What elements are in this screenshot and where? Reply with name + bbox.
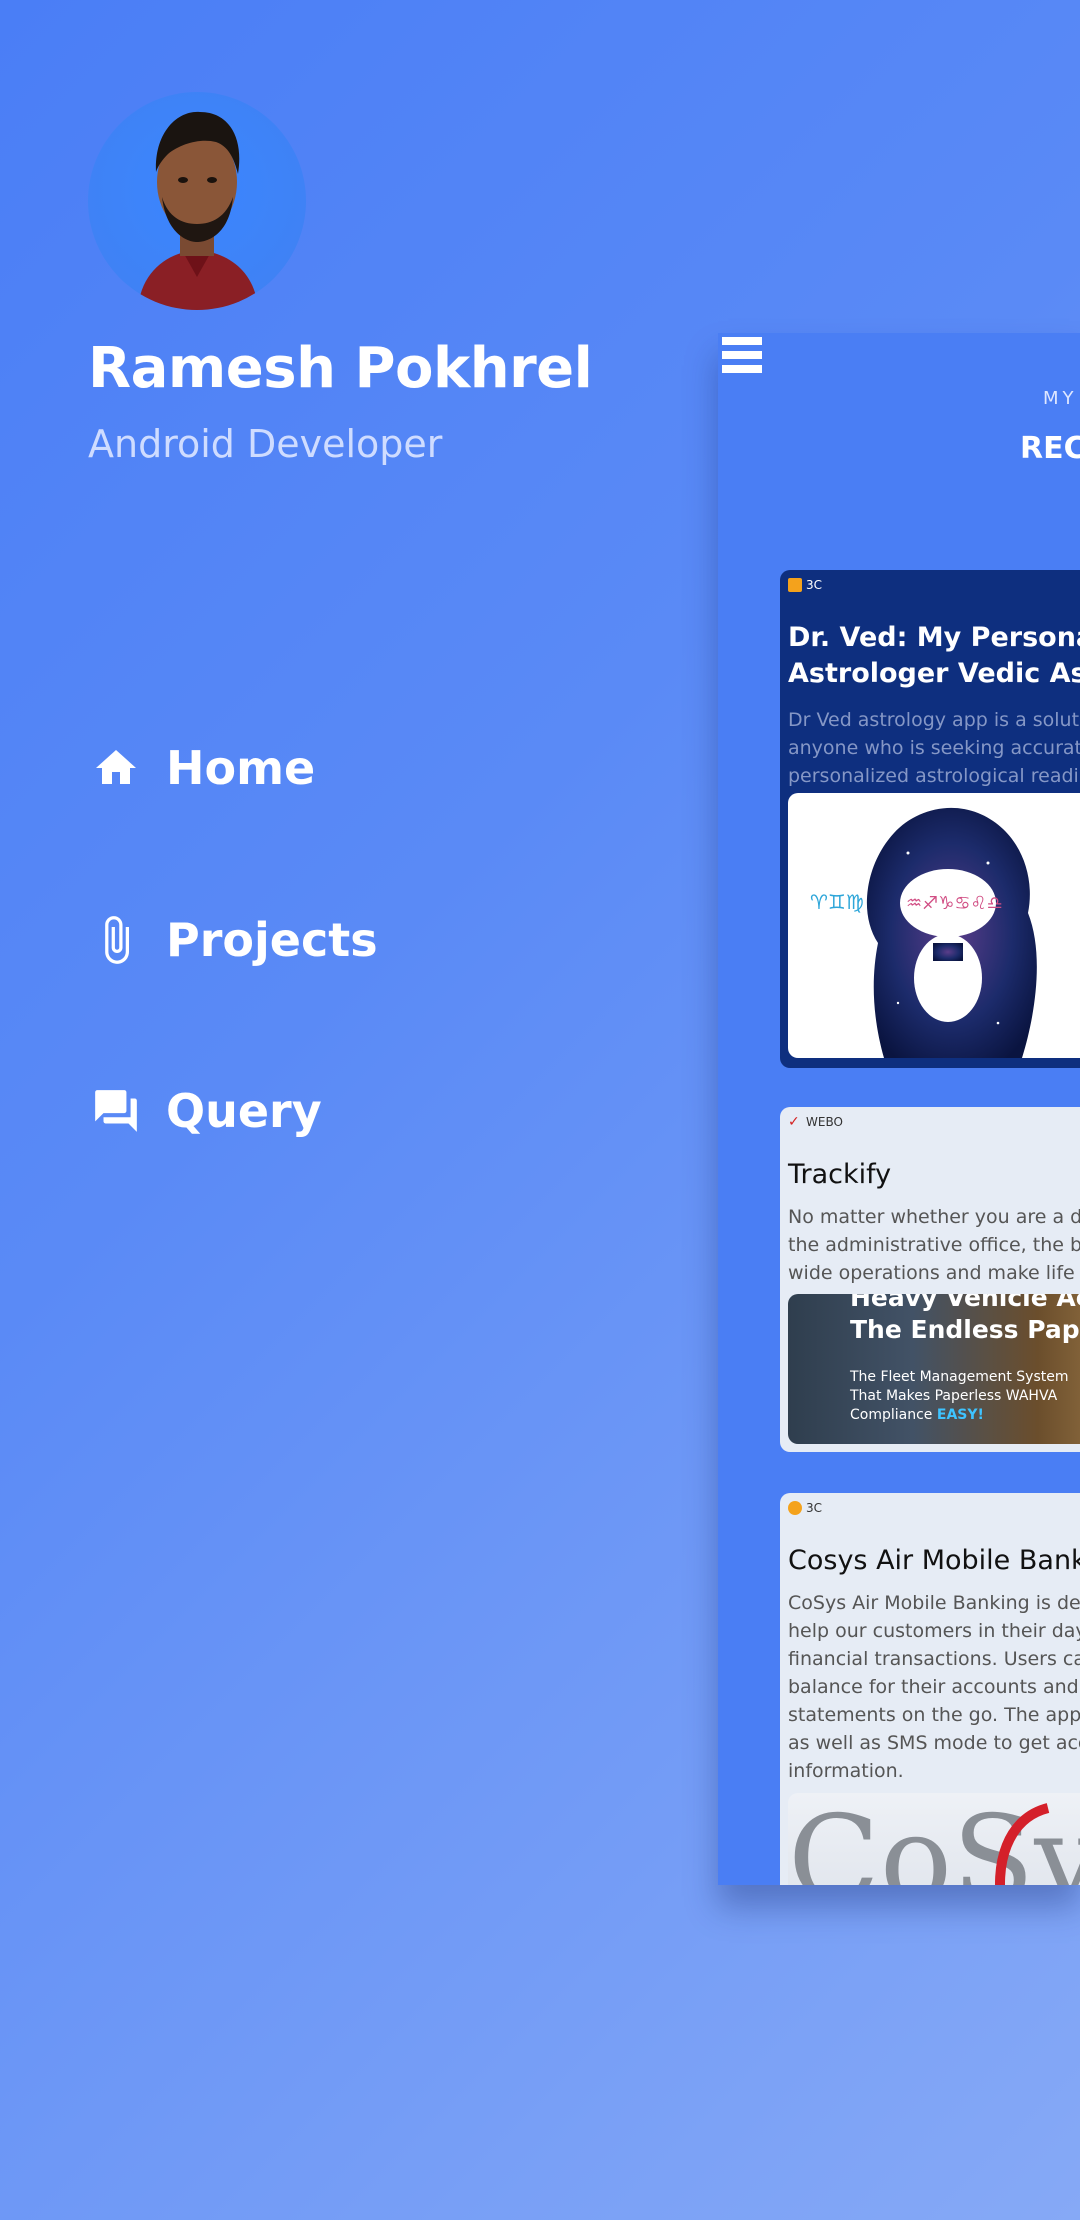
company-name: 3C xyxy=(806,1501,823,1515)
banner-compliance: Compliance xyxy=(850,1407,933,1423)
banner-heading-line: Heavy Vehicle Ac xyxy=(850,1294,1080,1312)
company-logo-icon: ✓ xyxy=(788,1114,800,1130)
banner-body-line: The Fleet Management System xyxy=(850,1369,1069,1385)
project-title-line: Astrologer Vedic Astro xyxy=(788,658,1080,689)
company-badge: ✓ WEBO xyxy=(788,1115,843,1129)
project-description-line: statements on the go. The app ha xyxy=(788,1704,1080,1726)
project-description-line: wide operations and make life ea xyxy=(788,1262,1080,1284)
project-card[interactable]: ✓ WEBO Trackify No matter whether you ar… xyxy=(780,1107,1080,1452)
profile-photo xyxy=(138,111,258,310)
section-title: RECE xyxy=(1020,431,1080,466)
project-description-line: help our customers in their day t xyxy=(788,1620,1080,1642)
section-subtitle: MY xyxy=(1043,388,1078,409)
company-logo-icon xyxy=(788,1501,802,1515)
project-title: Cosys Air Mobile Bank xyxy=(788,1545,1080,1576)
company-name: 3C xyxy=(806,578,823,592)
project-description-line: the administrative office, the ben xyxy=(788,1234,1080,1256)
paperclip-icon xyxy=(88,912,144,968)
menu-icon[interactable] xyxy=(722,337,762,377)
banner-highlight: EASY! xyxy=(936,1407,984,1423)
project-description-line: No matter whether you are a driv xyxy=(788,1206,1080,1228)
nav-item-label: Query xyxy=(166,1084,322,1138)
banner-body-line: That Makes Paperless WAHVA xyxy=(850,1388,1058,1404)
avatar xyxy=(88,92,306,310)
profile-name: Ramesh Pokhrel xyxy=(88,336,593,401)
nav-item-home[interactable]: Home xyxy=(88,740,315,796)
nav-item-query[interactable]: Query xyxy=(88,1083,322,1139)
project-card[interactable]: 3C Cosys Air Mobile Bank CoSys Air Mobil… xyxy=(780,1493,1080,1885)
chat-icon xyxy=(88,1083,144,1139)
nav-item-label: Home xyxy=(166,741,316,795)
project-description: Dr Ved astrology app is a solution anyon… xyxy=(788,706,1080,790)
project-description-line: Dr Ved astrology app is a solution xyxy=(788,709,1080,731)
project-description-line: information. xyxy=(788,1760,904,1782)
company-badge: 3C xyxy=(788,1501,822,1515)
profile-role: Android Developer xyxy=(88,422,443,466)
logo-swoosh-icon xyxy=(995,1803,1050,1885)
company-badge: 3C xyxy=(788,578,822,592)
project-title-line: Dr. Ved: My Personal xyxy=(788,622,1080,653)
project-description-line: as well as SMS mode to get accou xyxy=(788,1732,1080,1754)
project-description: No matter whether you are a driv the adm… xyxy=(788,1203,1080,1287)
banner-heading: Heavy Vehicle Ac The Endless Pape xyxy=(850,1294,1080,1346)
banner-heading-line: The Endless Pape xyxy=(850,1315,1080,1344)
banner-body-line: Compliance EASY! xyxy=(850,1406,1068,1425)
project-title: Trackify xyxy=(788,1159,892,1190)
banner-body: The Fleet Management System That Makes P… xyxy=(850,1368,1068,1425)
project-description-line: anyone who is seeking accurate xyxy=(788,737,1080,759)
project-title: Dr. Ved: My Personal Astrologer Vedic As… xyxy=(788,620,1080,692)
project-image: Heavy Vehicle Ac The Endless Pape The Fl… xyxy=(788,1294,1080,1444)
main-content-panel[interactable]: MY RECE 3C Dr. Ved: My Personal Astrolog… xyxy=(718,333,1080,1885)
home-icon xyxy=(88,740,144,796)
company-logo-icon xyxy=(788,578,802,592)
zodiac-icons-right: ♒♐♑♋♌♎ xyxy=(906,893,1003,914)
project-description: CoSys Air Mobile Banking is desig help o… xyxy=(788,1589,1080,1785)
nav-item-projects[interactable]: Projects xyxy=(88,912,378,968)
project-description-line: financial transactions. Users can xyxy=(788,1648,1080,1670)
company-name: WEBO xyxy=(806,1115,843,1129)
nav-item-label: Projects xyxy=(166,913,378,967)
project-description-line: CoSys Air Mobile Banking is desig xyxy=(788,1592,1080,1614)
project-image: ♈♊♍ ♒♐♑♋♌♎ xyxy=(788,793,1080,1058)
project-description-line: balance for their accounts and ge xyxy=(788,1676,1080,1698)
project-image: CoSy xyxy=(788,1793,1080,1885)
project-description-line: personalized astrological reading xyxy=(788,765,1080,787)
project-card[interactable]: 3C Dr. Ved: My Personal Astrologer Vedic… xyxy=(780,570,1080,1068)
zodiac-icons-left: ♈♊♍ xyxy=(810,890,864,914)
